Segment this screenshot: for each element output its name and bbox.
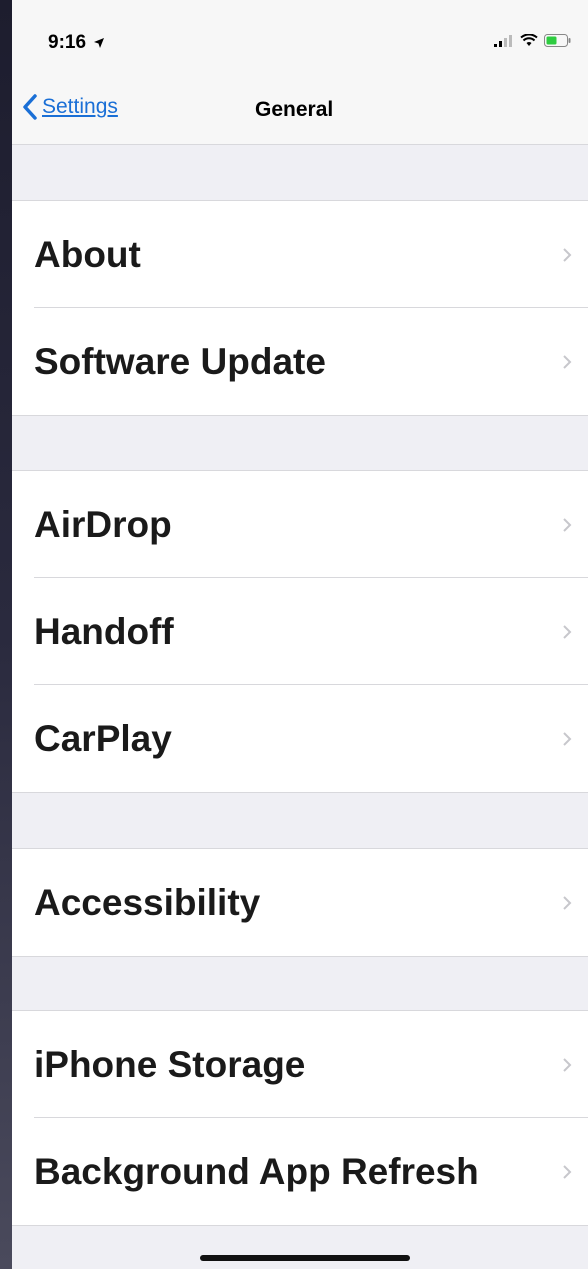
list-item-iphone-storage[interactable]: iPhone Storage: [12, 1011, 588, 1118]
list-item-carplay[interactable]: CarPlay: [12, 685, 588, 792]
list-item-label: Background App Refresh: [34, 1150, 479, 1192]
chevron-right-icon: [563, 895, 572, 910]
battery-icon: [544, 34, 571, 47]
list-item-label: iPhone Storage: [34, 1043, 306, 1085]
list-item-label: Accessibility: [34, 881, 261, 923]
status-icons: [494, 34, 572, 47]
list-item-label: Software Update: [34, 340, 326, 382]
status-time: 9:16: [48, 32, 105, 54]
chevron-right-icon: [563, 1057, 572, 1072]
chevron-right-icon: [563, 247, 572, 262]
back-button-label: Settings: [42, 95, 118, 118]
list-item-label: Handoff: [34, 610, 174, 652]
list-item-label: About: [34, 233, 141, 275]
settings-group-2: AirDrop Handoff CarPlay: [12, 470, 588, 793]
chevron-right-icon: [563, 354, 572, 369]
list-item-software-update[interactable]: Software Update: [12, 308, 588, 415]
list-item-label: CarPlay: [34, 717, 172, 759]
list-item-background-app-refresh[interactable]: Background App Refresh: [12, 1118, 588, 1225]
status-bar: 9:16: [12, 0, 588, 80]
settings-group-3: Accessibility: [12, 848, 588, 957]
settings-group-1: About Software Update: [12, 200, 588, 416]
page-title: General: [255, 98, 334, 121]
navigation-bar: Settings General: [12, 80, 588, 145]
list-item-airdrop[interactable]: AirDrop: [12, 471, 588, 578]
chevron-left-icon: [23, 94, 37, 120]
list-item-handoff[interactable]: Handoff: [12, 578, 588, 685]
location-arrow-icon: [94, 37, 105, 48]
chevron-right-icon: [563, 731, 572, 746]
list-item-accessibility[interactable]: Accessibility: [12, 849, 588, 956]
chevron-right-icon: [563, 624, 572, 639]
status-time-text: 9:16: [48, 32, 87, 53]
list-item-label: AirDrop: [34, 503, 172, 545]
wifi-icon: [520, 34, 538, 46]
phone-screen: 9:16 Settings General About Software Upd…: [12, 0, 588, 1269]
chevron-right-icon: [563, 1164, 572, 1179]
settings-group-4: iPhone Storage Background App Refresh: [12, 1010, 588, 1226]
home-indicator[interactable]: [200, 1255, 410, 1261]
chevron-right-icon: [563, 517, 572, 532]
back-button[interactable]: Settings: [22, 94, 118, 120]
signal-icon: [494, 34, 512, 47]
list-item-about[interactable]: About: [12, 201, 588, 308]
